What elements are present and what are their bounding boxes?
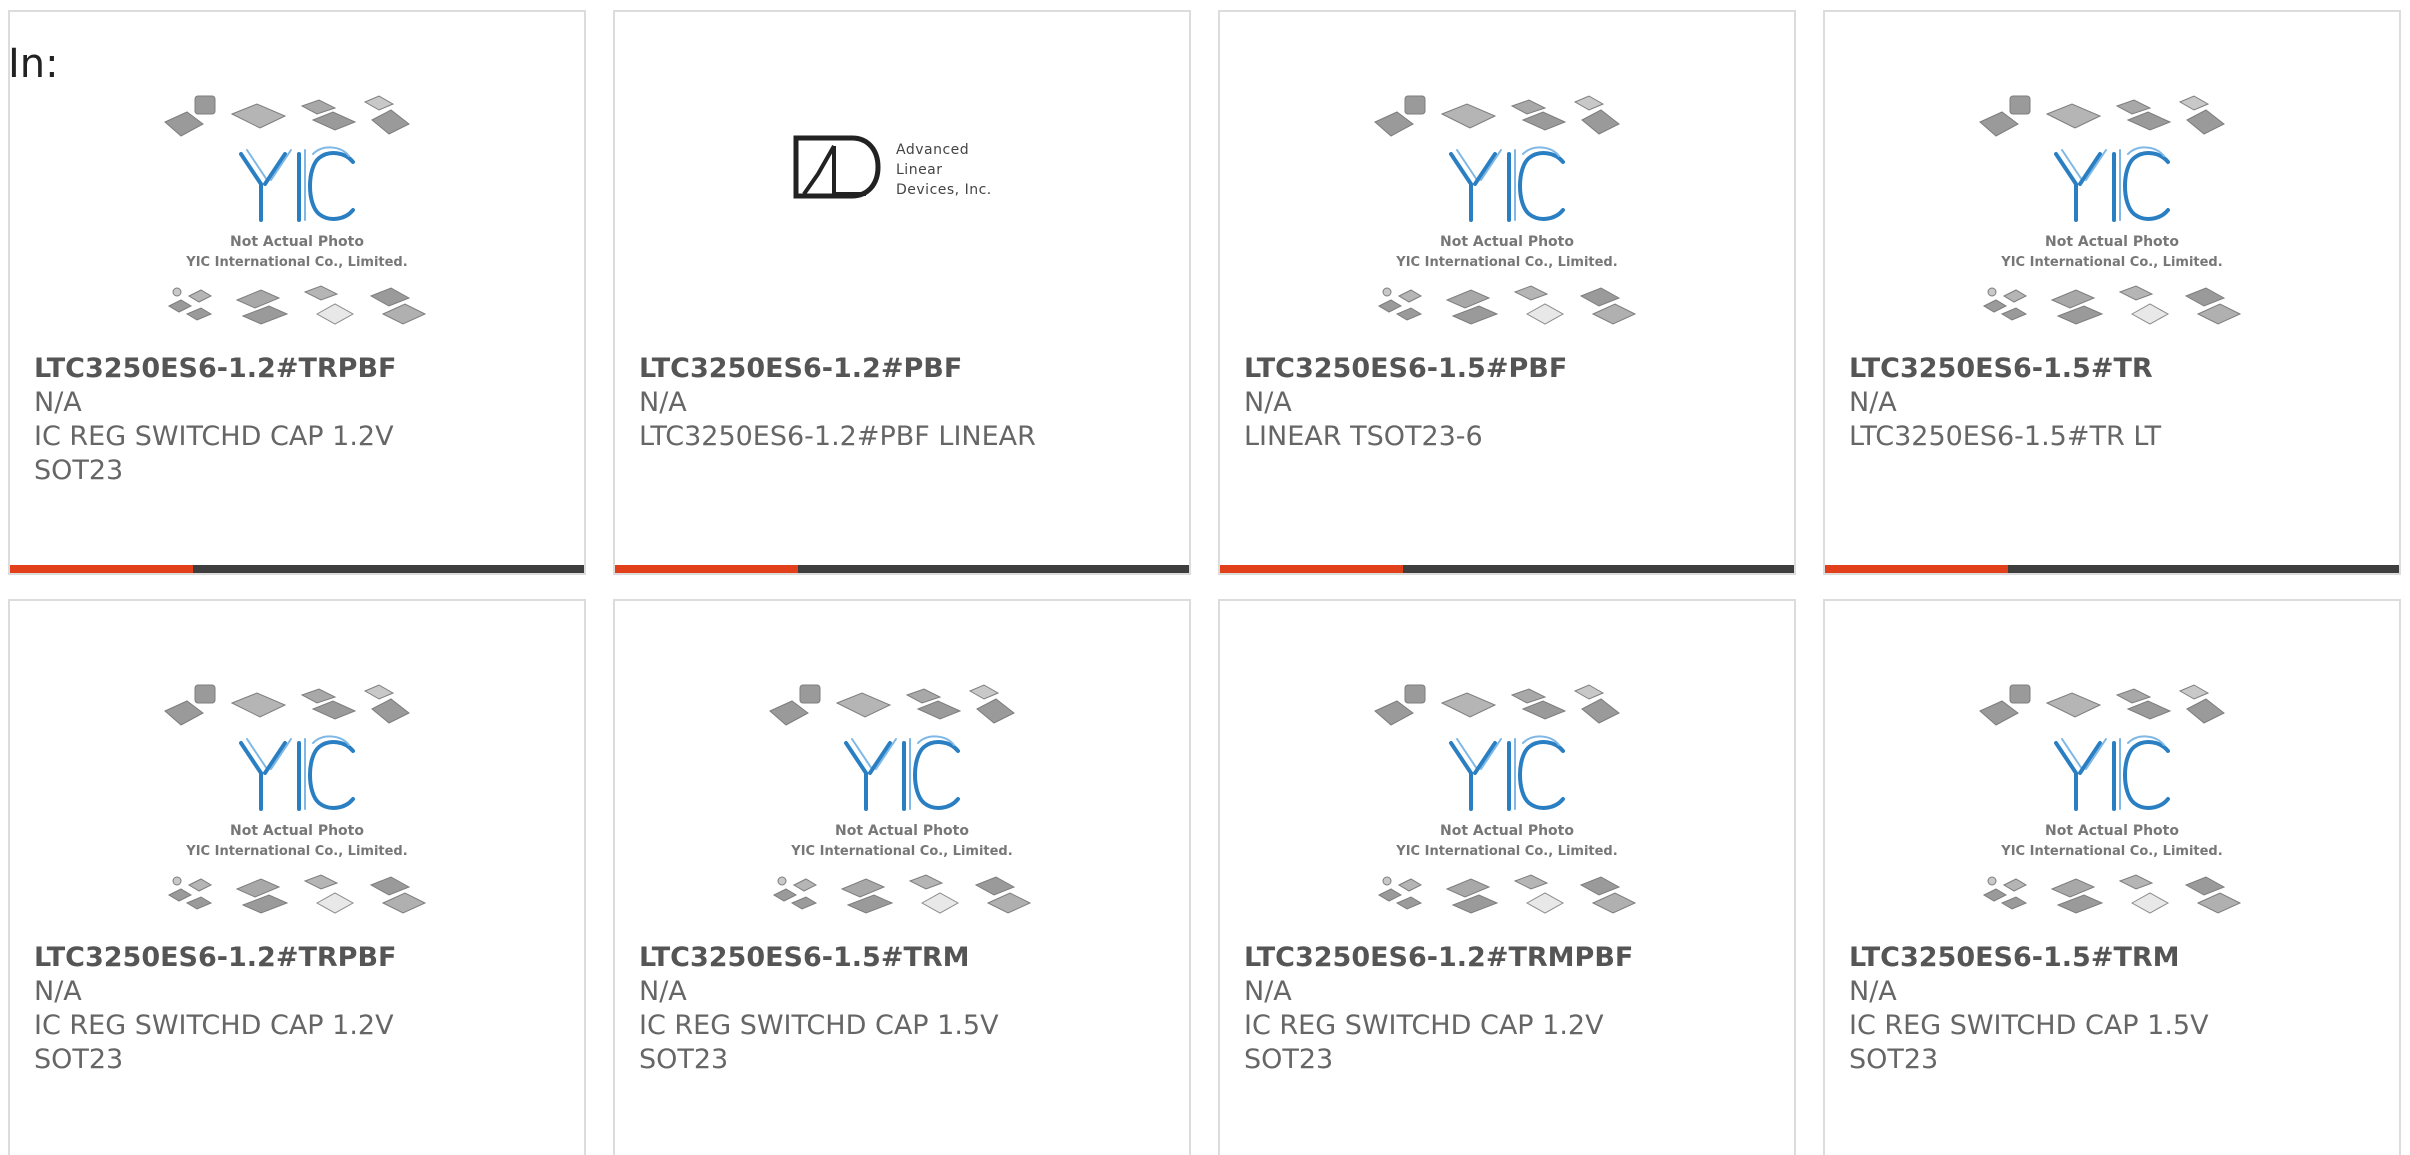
product-image[interactable]: Not Actual Photo YIC International Co., … [1220,92,1794,352]
product-description: IC REG SWITCHD CAP 1.5V [639,1010,999,1041]
card-footer-bar [10,565,584,573]
product-info: LTC3250ES6-1.2#TRPBF N/A IC REG SWITCHD CA… [34,352,564,488]
product-info: LTC3250ES6-1.2#TRPBF N/A IC REG SWITCHD CA… [34,941,564,1077]
product-info: LTC3250ES6-1.5#TR N/A LTC3250ES6-1.5#TR LT [1849,352,2379,454]
card-footer-bar [1220,565,1794,573]
product-name[interactable]: LTC3250ES6-1.5#TRM [1849,941,2379,975]
svg-text:YIC International Co., Limited: YIC International Co., Limited. [790,844,1012,859]
product-package: SOT23 [34,1044,124,1075]
product-package: SOT23 [639,1044,729,1075]
svg-text:Devices, Inc.: Devices, Inc. [896,182,992,198]
svg-text:YIC International Co., Limited: YIC International Co., Limited. [185,844,407,859]
product-card[interactable]: Not Actual Photo YIC International Co., … [8,10,586,575]
product-info: LTC3250ES6-1.2#PBF N/A LTC3250ES6-1.2#PBF … [639,352,1169,454]
yic-placeholder-image: Not Actual Photo YIC International Co., … [1374,95,1637,325]
product-image[interactable]: Not Actual Photo YIC International Co., … [1220,681,1794,941]
svg-text:YIC International Co., Limited: YIC International Co., Limited. [1395,844,1617,859]
product-image[interactable]: Not Actual Photo YIC International Co., … [615,681,1189,941]
yic-placeholder-image: Not Actual Photo YIC International Co., … [164,95,427,325]
product-status: N/A [639,976,687,1007]
product-card[interactable]: Not Actual Photo YIC International Co., … [1823,10,2401,575]
product-card[interactable]: Not Actual Photo YIC International Co., … [613,599,1191,1155]
product-description: LTC3250ES6-1.2#PBF LINEAR [639,421,1036,452]
product-grid: Not Actual Photo YIC International Co., … [8,10,2401,1155]
product-card[interactable]: Not Actual Photo YIC International Co., … [1218,10,1796,575]
svg-text:Not Actual Photo: Not Actual Photo [1440,823,1574,839]
yic-placeholder-image: Not Actual Photo YIC International Co., … [1979,95,2242,325]
svg-text:Linear: Linear [896,162,943,178]
svg-text:Not Actual Photo: Not Actual Photo [1440,234,1574,250]
in-label: In: [8,41,59,87]
product-name[interactable]: LTC3250ES6-1.2#TRMPBF [1244,941,1774,975]
product-card[interactable]: Advanced Linear Devices, Inc. LTC3250ES6… [613,10,1191,575]
product-image[interactable]: Not Actual Photo YIC International Co., … [10,92,584,352]
product-image[interactable]: Not Actual Photo YIC International Co., … [1825,92,2399,352]
svg-text:YIC International Co., Limited: YIC International Co., Limited. [2000,255,2222,270]
product-listing-page: In: Not Actual Photo YIC International C… [0,0,2410,1155]
product-status: N/A [1244,387,1292,418]
product-card[interactable]: Not Actual Photo YIC International Co., … [8,599,586,1155]
product-description: LTC3250ES6-1.5#TR LT [1849,421,2162,452]
product-name[interactable]: LTC3250ES6-1.5#TR [1849,352,2379,386]
svg-text:Not Actual Photo: Not Actual Photo [2045,823,2179,839]
product-description: IC REG SWITCHD CAP 1.2V [1244,1010,1604,1041]
product-description: LINEAR TSOT23-6 [1244,421,1483,452]
product-status: N/A [639,387,687,418]
product-image[interactable]: Not Actual Photo YIC International Co., … [1825,681,2399,941]
svg-text:YIC International Co., Limited: YIC International Co., Limited. [1395,255,1617,270]
svg-text:YIC International Co., Limited: YIC International Co., Limited. [2000,844,2222,859]
product-info: LTC3250ES6-1.5#TRM N/A IC REG SWITCHD CAP … [1849,941,2379,1077]
product-description: IC REG SWITCHD CAP 1.2V [34,1010,394,1041]
card-footer-accent [1220,565,1403,573]
product-status: N/A [1849,976,1897,1007]
svg-text:Not Actual Photo: Not Actual Photo [230,823,364,839]
product-card[interactable]: Not Actual Photo YIC International Co., … [1218,599,1796,1155]
product-status: N/A [34,976,82,1007]
adi-logo-image: Advanced Linear Devices, Inc. [793,135,992,199]
product-info: LTC3250ES6-1.2#TRMPBF N/A IC REG SWITCHD C… [1244,941,1774,1077]
product-status: N/A [34,387,82,418]
yic-placeholder-image: Not Actual Photo YIC International Co., … [1979,684,2242,914]
product-package: SOT23 [34,455,124,486]
card-footer-bar [1825,565,2399,573]
svg-text:Not Actual Photo: Not Actual Photo [230,234,364,250]
product-info: LTC3250ES6-1.5#PBF N/A LINEAR TSOT23-6 [1244,352,1774,454]
svg-text:Advanced: Advanced [896,142,969,158]
product-image[interactable]: Advanced Linear Devices, Inc. [615,92,1189,352]
card-footer-accent [1825,565,2008,573]
product-name[interactable]: LTC3250ES6-1.2#TRPBF [34,941,564,975]
product-description: IC REG SWITCHD CAP 1.2V [34,421,394,452]
card-footer-accent [10,565,193,573]
yic-placeholder-image: Not Actual Photo YIC International Co., … [1374,684,1637,914]
product-name[interactable]: LTC3250ES6-1.5#PBF [1244,352,1774,386]
product-name[interactable]: LTC3250ES6-1.2#PBF [639,352,1169,386]
svg-text:Not Actual Photo: Not Actual Photo [835,823,969,839]
product-name[interactable]: LTC3250ES6-1.2#TRPBF [34,352,564,386]
product-description: IC REG SWITCHD CAP 1.5V [1849,1010,2209,1041]
svg-text:YIC International Co., Limited: YIC International Co., Limited. [185,255,407,270]
product-card[interactable]: Not Actual Photo YIC International Co., … [1823,599,2401,1155]
svg-text:Not Actual Photo: Not Actual Photo [2045,234,2179,250]
product-status: N/A [1244,976,1292,1007]
product-status: N/A [1849,387,1897,418]
yic-placeholder-image: Not Actual Photo YIC International Co., … [769,684,1032,914]
product-package: SOT23 [1244,1044,1334,1075]
card-footer-accent [615,565,798,573]
product-info: LTC3250ES6-1.5#TRM N/A IC REG SWITCHD CAP … [639,941,1169,1077]
product-package: SOT23 [1849,1044,1939,1075]
yic-placeholder-image: Not Actual Photo YIC International Co., … [164,684,427,914]
product-name[interactable]: LTC3250ES6-1.5#TRM [639,941,1169,975]
product-image[interactable]: Not Actual Photo YIC International Co., … [10,681,584,941]
card-footer-bar [615,565,1189,573]
